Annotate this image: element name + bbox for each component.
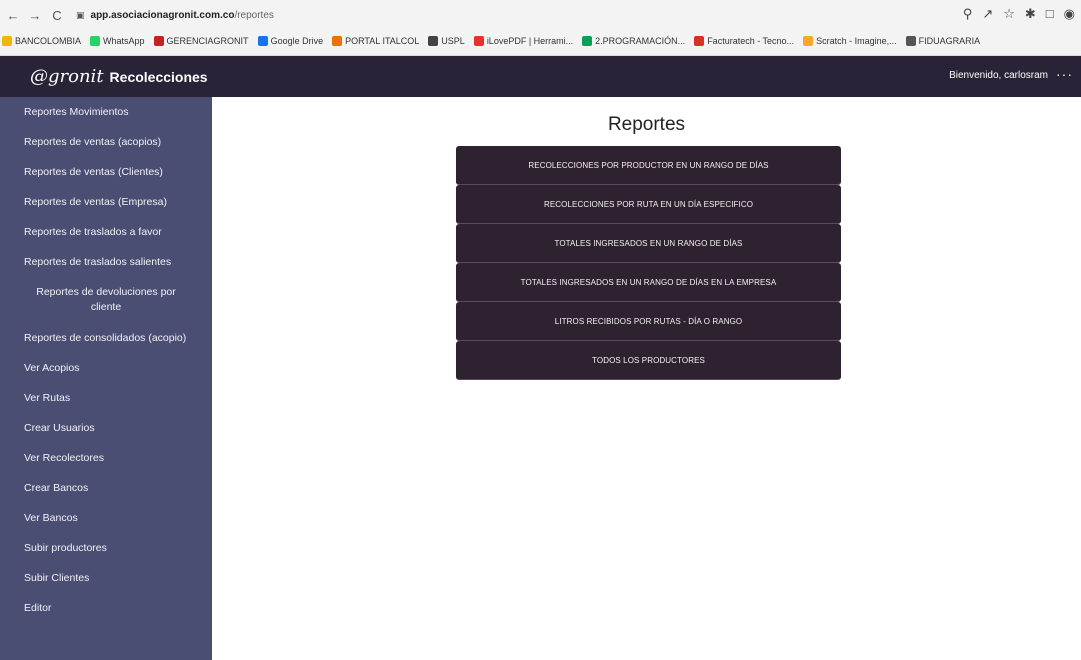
sidebar-item[interactable]: Reportes de ventas (Clientes)	[0, 157, 212, 187]
sidebar: Reportes Movimientos Reportes de ventas (…	[0, 97, 212, 660]
welcome-text: Bienvenido, carlosram	[949, 70, 1048, 81]
report-list: RECOLECCIONES POR PRODUCTOR EN UN RANGO …	[456, 146, 841, 380]
report-button[interactable]: TOTALES INGRESADOS EN UN RANGO DE DÍAS	[456, 224, 841, 263]
bookmark-item[interactable]: PORTAL ITALCOL	[332, 36, 419, 46]
address-bar-icons: ⚲ ↗ ☆ ✱ □ ◉	[963, 6, 1075, 22]
main-content: Reportes RECOLECCIONES POR PRODUCTOR EN …	[212, 97, 1081, 660]
bookmark-favicon-icon	[473, 36, 484, 46]
reload-button[interactable]: C	[48, 6, 66, 24]
sidebar-item-label: Reportes de traslados a favor	[24, 226, 162, 238]
sidebar-item[interactable]: Reportes de traslados salientes	[0, 247, 212, 277]
sidebar-item[interactable]: Ver Recolectores	[0, 443, 212, 473]
lock-icon: ▣	[76, 9, 85, 20]
bookmark-favicon-icon	[332, 36, 343, 46]
bookmarks-bar: BANCOLOMBIA WhatsApp GERENCIAGRONIT Google …	[0, 30, 1081, 52]
bookmark-label: GERENCIAGRONIT	[166, 36, 249, 46]
address-bar[interactable]: ▣ app.asociacionagronit.com.co/reportes	[76, 10, 274, 21]
sidebar-item[interactable]: Ver Bancos	[0, 503, 212, 533]
bookmark-favicon-icon	[428, 36, 439, 46]
share-icon[interactable]: ↗	[982, 6, 993, 22]
bookmark-item[interactable]: Facturatech - Tecno...	[694, 36, 794, 46]
bookmark-label: Facturatech - Tecno...	[707, 36, 795, 46]
pin-icon[interactable]: ✱	[1025, 6, 1036, 22]
bookmark-item[interactable]: iLovePDF | Herrami...	[473, 36, 574, 46]
url-path: /reportes	[234, 9, 274, 21]
sidebar-item-label: Reportes de ventas (Empresa)	[24, 196, 167, 208]
bookmark-favicon-icon	[90, 36, 101, 46]
bookmark-item[interactable]: BANCOLOMBIA	[2, 36, 81, 46]
browser-chrome: ← → C ▣ app.asociacionagronit.com.co/rep…	[0, 0, 1081, 56]
bookmark-label: FIDUAGRARIA	[918, 36, 981, 46]
report-button[interactable]: TODOS LOS PRODUCTORES	[456, 341, 841, 380]
sidebar-item-label: Ver Rutas	[24, 392, 71, 404]
sidebar-item[interactable]: Crear Usuarios	[0, 413, 212, 443]
bookmark-favicon-icon	[694, 36, 705, 46]
bookmark-favicon-icon	[257, 36, 268, 46]
sidebar-item-label: Reportes de ventas (Clientes)	[24, 166, 163, 178]
back-button[interactable]: ←	[4, 6, 22, 24]
star-icon[interactable]: ☆	[1003, 6, 1015, 22]
bookmark-favicon-icon	[2, 36, 12, 46]
sidebar-item[interactable]: Reportes de consolidados (acopio)	[0, 323, 212, 353]
sidebar-item-label: Ver Recolectores	[24, 452, 104, 464]
sidebar-item-label: Reportes de consolidados (acopio)	[24, 332, 187, 344]
sidebar-item-label: Reportes Movimientos	[24, 106, 129, 118]
sidebar-item-label: Ver Acopios	[24, 362, 80, 374]
bookmark-favicon-icon	[905, 36, 916, 46]
bookmark-item[interactable]: Google Drive	[257, 36, 324, 46]
bookmark-item[interactable]: USPL	[428, 36, 465, 46]
bookmark-label: iLovePDF | Herrami...	[486, 36, 574, 46]
sidebar-item[interactable]: Editor	[0, 593, 212, 623]
bookmark-label: BANCOLOMBIA	[15, 36, 82, 46]
bookmark-item[interactable]: GERENCIAGRONIT	[153, 36, 249, 46]
page-title: Reportes	[607, 114, 686, 135]
bookmark-label: Google Drive	[270, 36, 324, 46]
bookmark-label: 2.PROGRAMACIÓN...	[595, 36, 686, 46]
app-header: @gronit Recolecciones Bienvenido, carlos…	[0, 56, 1081, 97]
sidebar-item[interactable]: Reportes de ventas (acopios)	[0, 127, 212, 157]
sidebar-item-label: Crear Bancos	[24, 482, 89, 494]
bookmark-item[interactable]: 2.PROGRAMACIÓN...	[582, 36, 685, 46]
sidebar-item-label: Subir Clientes	[24, 572, 90, 584]
forward-button[interactable]: →	[26, 6, 44, 24]
report-button[interactable]: LITROS RECIBIDOS POR RUTAS - DÍA O RANGO	[456, 302, 841, 341]
app-title: Recolecciones	[109, 68, 208, 85]
bookmark-label: PORTAL ITALCOL	[345, 36, 420, 46]
sidebar-item-label: Editor	[24, 602, 52, 614]
search-icon[interactable]: ⚲	[963, 6, 973, 22]
sidebar-item-label: Ver Bancos	[24, 512, 78, 524]
bookmark-favicon-icon	[153, 36, 164, 46]
bookmark-label: WhatsApp	[103, 36, 145, 46]
sidebar-item-label: Reportes de devoluciones por cliente	[36, 286, 176, 313]
bookmark-item[interactable]: WhatsApp	[90, 36, 145, 46]
sidebar-item[interactable]: Subir productores	[0, 533, 212, 563]
bookmark-favicon-icon	[582, 36, 593, 46]
sidebar-item[interactable]: Ver Rutas	[0, 383, 212, 413]
report-button[interactable]: RECOLECCIONES POR PRODUCTOR EN UN RANGO …	[456, 146, 841, 185]
report-button[interactable]: RECOLECCIONES POR RUTA EN UN DÍA ESPECIF…	[456, 185, 841, 224]
address-row: ← → C ▣ app.asociacionagronit.com.co/rep…	[0, 0, 1081, 30]
more-options-icon[interactable]: ···	[1056, 66, 1073, 82]
report-button[interactable]: TOTALES INGRESADOS EN UN RANGO DE DÍAS E…	[456, 263, 841, 302]
sidebar-item[interactable]: Subir Clientes	[0, 563, 212, 593]
avatar-icon[interactable]: ◉	[1064, 6, 1075, 22]
sidebar-item[interactable]: Ver Acopios	[0, 353, 212, 383]
url-domain: app.asociacionagronit.com.co	[90, 9, 235, 21]
sidebar-item[interactable]: Reportes de devoluciones por cliente	[0, 277, 212, 323]
bookmark-label: Scratch - Imagine,...	[816, 36, 897, 46]
sidebar-item-label: Reportes de traslados salientes	[24, 256, 172, 268]
sidebar-item[interactable]: Reportes de traslados a favor	[0, 217, 212, 247]
sidebar-item-label: Crear Usuarios	[24, 422, 95, 434]
sidebar-item-label: Subir productores	[24, 542, 107, 554]
logo[interactable]: @gronit	[30, 66, 104, 87]
tab-icon[interactable]: □	[1046, 6, 1054, 22]
sidebar-item[interactable]: Reportes Movimientos	[0, 97, 212, 127]
bookmark-item[interactable]: Scratch - Imagine,...	[803, 36, 897, 46]
bookmark-item[interactable]: FIDUAGRARIA	[905, 36, 981, 46]
bookmark-label: USPL	[441, 36, 465, 46]
sidebar-item[interactable]: Crear Bancos	[0, 473, 212, 503]
sidebar-item[interactable]: Reportes de ventas (Empresa)	[0, 187, 212, 217]
sidebar-item-label: Reportes de ventas (acopios)	[24, 136, 162, 148]
bookmark-favicon-icon	[803, 36, 814, 46]
